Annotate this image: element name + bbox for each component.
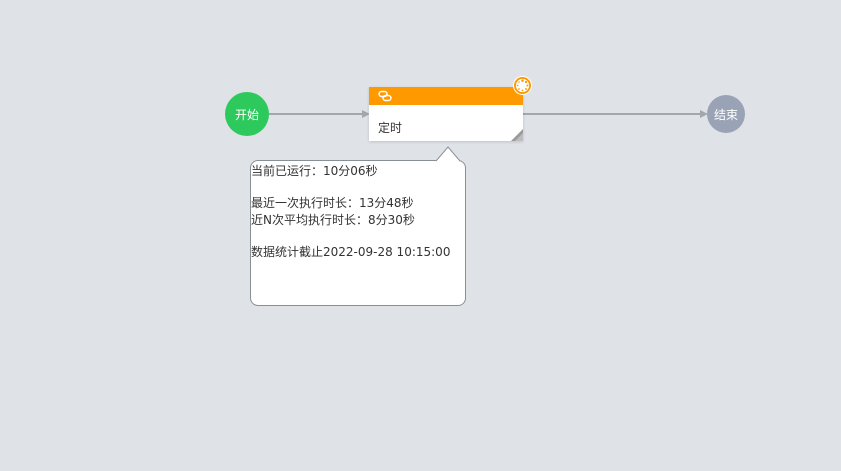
- start-node[interactable]: 开始: [225, 92, 269, 136]
- tooltip-spacer: [251, 229, 465, 244]
- last-duration-text: 最近一次执行时长：13分48秒: [251, 196, 414, 210]
- stats-cutoff-text: 数据统计截止2022-09-28 10:15:00: [251, 245, 451, 259]
- end-node[interactable]: 结束: [707, 95, 745, 133]
- edge-task-to-end: [523, 110, 708, 118]
- task-node-header: [369, 87, 523, 105]
- tooltip-spacer: [251, 180, 465, 195]
- start-node-label: 开始: [234, 107, 259, 122]
- link-icon: [378, 90, 392, 102]
- timer-task-node[interactable]: 定时: [369, 87, 523, 141]
- end-node-label: 结束: [713, 107, 738, 122]
- current-runtime-text: 当前已运行：10分06秒: [251, 164, 378, 178]
- edge-start-to-task: [269, 110, 370, 118]
- resize-handle-icon[interactable]: [511, 129, 523, 141]
- task-node-label: 定时: [378, 121, 403, 135]
- flow-canvas: 开始 定时 结束 当前已运行：10分06秒 最近一次执行时长：13分48秒 近N…: [0, 0, 841, 471]
- avg-duration-text: 近N次平均执行时长：8分30秒: [251, 213, 415, 227]
- spinner-icon[interactable]: [513, 76, 532, 95]
- runtime-stats-tooltip: 当前已运行：10分06秒 最近一次执行时长：13分48秒 近N次平均执行时长：8…: [250, 160, 466, 306]
- tooltip-arrow: [436, 146, 460, 162]
